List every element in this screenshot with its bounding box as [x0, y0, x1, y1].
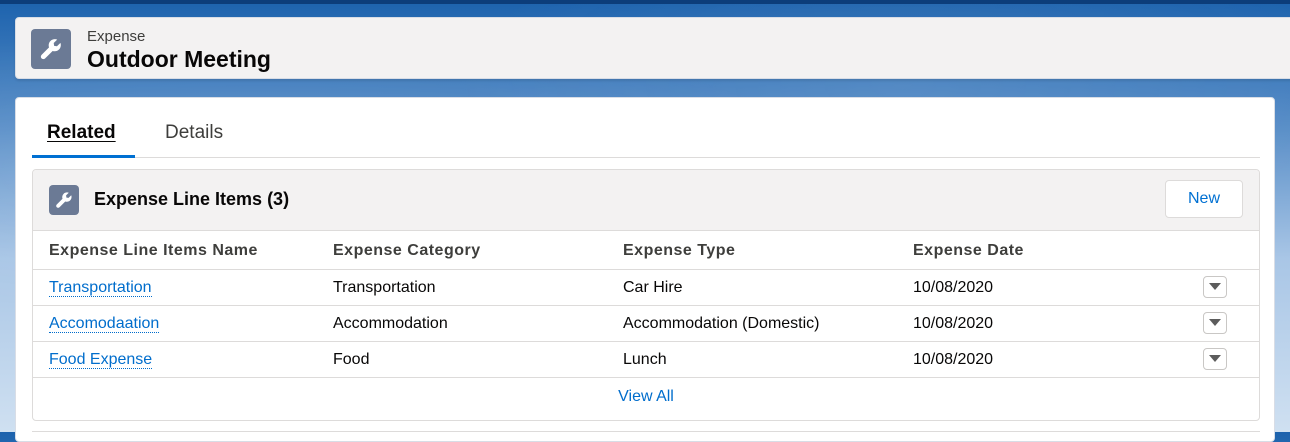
row-name-link[interactable]: Accomodaation [49, 315, 160, 333]
row-category: Food [333, 351, 370, 368]
row-type: Lunch [623, 351, 667, 368]
column-header-category: Expense Category [333, 242, 481, 259]
top-strip [0, 0, 1290, 4]
record-header: Expense Outdoor Meeting [15, 17, 1290, 79]
chevron-down-icon [1209, 283, 1221, 290]
row-date: 10/08/2020 [913, 315, 994, 332]
row-type: Accommodation (Domestic) [623, 315, 820, 332]
tab-bar: Related Details [32, 98, 1260, 158]
chevron-down-icon [1209, 319, 1221, 326]
column-header-type: Expense Type [623, 242, 736, 259]
row-actions-button[interactable] [1203, 312, 1227, 334]
active-tab-indicator [32, 155, 135, 158]
row-actions-button[interactable] [1203, 348, 1227, 370]
chevron-down-icon [1209, 355, 1221, 362]
row-name-link[interactable]: Transportation [49, 279, 152, 297]
record-title: Outdoor Meeting [87, 46, 271, 72]
table-row: Transportation Transportation Car Hire 1… [33, 270, 1259, 306]
record-detail-card: Related Details Expense Line Items (3) N… [15, 97, 1275, 442]
row-name-link[interactable]: Food Expense [49, 351, 153, 369]
table-row: Food Expense Food Lunch 10/08/2020 [33, 342, 1259, 378]
column-header-date: Expense Date [913, 242, 1024, 259]
row-actions-button[interactable] [1203, 276, 1227, 298]
wrench-icon [49, 185, 79, 215]
table-row: Accomodaation Accommodation Accommodatio… [33, 306, 1259, 342]
record-object-type: Expense [87, 28, 146, 45]
expense-line-items-table: Expense Line Items Name Expense Category… [33, 231, 1259, 378]
column-header-name: Expense Line Items Name [49, 242, 258, 259]
tab-details[interactable]: Details [165, 122, 223, 144]
tab-related[interactable]: Related [47, 122, 116, 144]
view-all-footer: View All [33, 388, 1259, 406]
row-category: Transportation [333, 279, 436, 296]
related-list-card: Expense Line Items (3) New Expense Line … [32, 169, 1260, 421]
related-list-header: Expense Line Items (3) New [33, 170, 1259, 231]
row-date: 10/08/2020 [913, 279, 994, 296]
row-category: Accommodation [333, 315, 448, 332]
new-button[interactable]: New [1165, 180, 1243, 218]
related-list-title[interactable]: Expense Line Items (3) [94, 189, 289, 210]
table-header-row: Expense Line Items Name Expense Category… [33, 231, 1259, 270]
view-all-link[interactable]: View All [618, 388, 674, 405]
row-date: 10/08/2020 [913, 351, 994, 368]
row-type: Car Hire [623, 279, 683, 296]
wrench-icon [31, 29, 71, 69]
